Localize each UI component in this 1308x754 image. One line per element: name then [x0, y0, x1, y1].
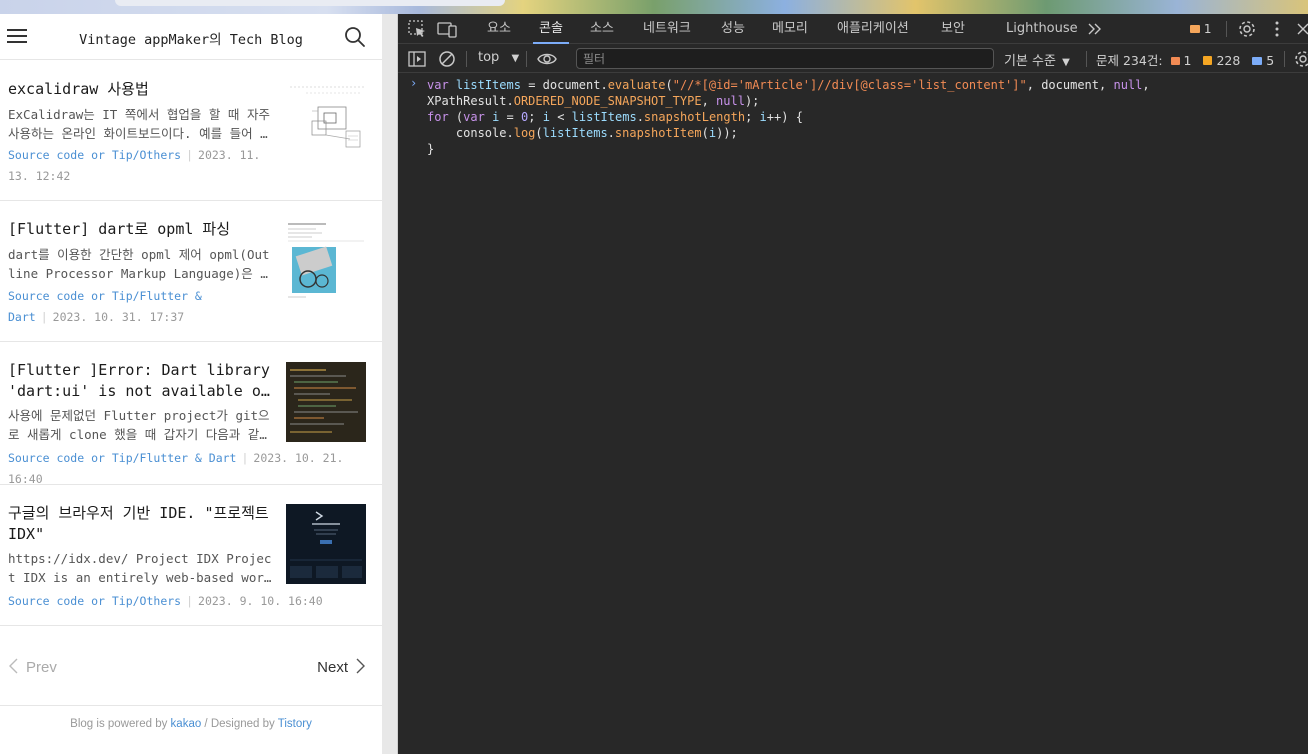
caret-down-icon: ▼ [1062, 57, 1070, 68]
pane-splitter[interactable] [382, 14, 398, 754]
clear-console-icon[interactable] [436, 48, 458, 70]
issues-badge-count: 1 [1203, 22, 1212, 36]
list-item[interactable]: excalidraw 사용법 ExCalidraw는 IT 쪽에서 협업을 할 … [0, 61, 382, 201]
issues-counter[interactable]: 문제 234건: 1 228 5 [1096, 50, 1274, 69]
console-input-code[interactable]: var listItems = document.evaluate("//*[@… [427, 77, 1150, 157]
tab-memory[interactable]: 메모리 [772, 14, 808, 44]
list-item[interactable]: [Flutter ]Error: Dart library 'dart:ui' … [0, 342, 382, 486]
next-button[interactable]: Next [317, 658, 366, 676]
log-level-value: 기본 수준 [1004, 54, 1056, 69]
list-item[interactable]: 구글의 브라우저 기반 IDE. "프로젝트 IDX" https://idx.… [0, 485, 382, 626]
tab-security[interactable]: 보안 [941, 14, 965, 44]
inspect-element-icon[interactable] [406, 18, 428, 40]
hamburger-menu-icon[interactable] [7, 27, 29, 45]
issues-warning-count: 228 [1216, 53, 1241, 68]
issues-badge[interactable]: 1 [1190, 22, 1211, 38]
device-toolbar-icon[interactable] [436, 18, 458, 40]
post-thumbnail[interactable] [286, 81, 366, 161]
post-title[interactable]: [Flutter] dart로 opml 파싱 [8, 219, 274, 240]
post-title[interactable]: excalidraw 사용법 [8, 79, 274, 100]
search-icon[interactable] [344, 26, 366, 48]
console-toolbar: top ▼ 기본 수준 ▼ 문제 234건: 1 228 5 [398, 45, 1308, 73]
chevron-left-icon [9, 658, 18, 674]
context-select[interactable]: top ▼ [478, 50, 519, 65]
more-tabs-icon[interactable] [1084, 18, 1106, 40]
post-meta: Source code or Tip/Flutter & Dart | 2023. … [8, 289, 202, 324]
console-filter-input[interactable] [576, 48, 994, 69]
post-meta: Source code or Tip/Others | 2023. 11. 13. … [8, 148, 261, 183]
console-output[interactable]: › var listItems = document.evaluate("//*… [398, 74, 1308, 754]
browser-tab-strip [0, 0, 1308, 14]
post-date: 2023. 10. 31. 17:37 [52, 310, 185, 324]
post-meta: Source code or Tip/Others | 2023. 9. 10. 1… [8, 594, 323, 608]
footer-middle: / Designed by [201, 718, 278, 730]
post-category[interactable]: Source code or Tip/Flutter & Dart [8, 451, 236, 465]
post-thumbnail[interactable] [286, 362, 366, 442]
blog-title[interactable]: Vintage appMaker의 Tech Blog [40, 28, 342, 48]
code-line-3: for (var i = 0; i < listItems.snapshotLe… [427, 110, 803, 124]
tab-performance[interactable]: 성능 [721, 14, 745, 44]
context-value: top [478, 50, 500, 65]
post-thumbnail[interactable] [286, 221, 366, 301]
issues-error-count: 1 [1183, 53, 1192, 68]
tab-sources[interactable]: 소스 [590, 14, 614, 44]
code-line-5: } [427, 142, 435, 156]
close-devtools-icon[interactable] [1294, 18, 1308, 40]
pagination: Prev Next [0, 626, 382, 706]
post-title[interactable]: [Flutter ]Error: Dart library 'dart:ui' … [8, 360, 274, 402]
post-date: 2023. 9. 10. 16:40 [198, 594, 323, 608]
live-expression-eye-icon[interactable] [536, 48, 558, 70]
caret-down-icon: ▼ [511, 53, 520, 64]
post-title[interactable]: 구글의 브라우저 기반 IDE. "프로젝트 IDX" [8, 503, 274, 545]
issues-info-count: 5 [1266, 53, 1275, 68]
sidebar-toggle-icon[interactable] [406, 48, 428, 70]
issues-label: 문제 234건: [1096, 53, 1163, 68]
devtools-panel: 요소 콘솔 소스 네트워크 성능 메모리 애플리케이션 보안 Lighthous… [398, 14, 1308, 754]
post-category[interactable]: Source code or Tip/Others [8, 594, 181, 608]
tab-console[interactable]: 콘솔 [533, 14, 569, 44]
console-prompt-chevron-icon: › [410, 76, 418, 90]
blog-page: Vintage appMaker의 Tech Blog excalidraw 사… [0, 14, 382, 754]
post-thumbnail[interactable] [286, 504, 366, 584]
devtools-tab-bar: 요소 콘솔 소스 네트워크 성능 메모리 애플리케이션 보안 Lighthous… [398, 14, 1308, 44]
more-options-icon[interactable] [1266, 18, 1288, 40]
code-line-1: var listItems = document.evaluate("//*[@… [427, 78, 1150, 92]
tab-network[interactable]: 네트워크 [643, 14, 691, 44]
next-label: Next [317, 659, 348, 676]
post-category[interactable]: Source code or Tip/Others [8, 148, 181, 162]
post-summary: https://idx.dev/ Project IDX Project IDX… [8, 551, 272, 585]
list-item[interactable]: [Flutter] dart로 opml 파싱 dart를 이용한 간단한 op… [0, 201, 382, 342]
post-meta: Source code or Tip/Flutter & Dart | 2023. … [8, 451, 344, 486]
browser-tab[interactable] [115, 0, 505, 6]
code-line-2: XPathResult.ORDERED_NODE_SNAPSHOT_TYPE, … [427, 94, 760, 108]
console-settings-gear-icon[interactable] [1292, 48, 1308, 70]
tab-application[interactable]: 애플리케이션 [837, 14, 909, 44]
warning-flag-icon [1203, 56, 1213, 65]
post-summary: ExCalidraw는 IT 쪽에서 협업을 할 때 자주사용하는 온라인 화이… [8, 107, 272, 141]
error-flag-icon [1170, 57, 1180, 65]
info-flag-icon [1252, 57, 1263, 65]
chevron-right-icon [356, 658, 365, 674]
tab-lighthouse[interactable]: Lighthouse [1006, 14, 1078, 44]
footer-prefix: Blog is powered by [70, 718, 171, 730]
blog-header: Vintage appMaker의 Tech Blog [0, 14, 382, 60]
issue-flag-icon [1190, 25, 1200, 33]
blog-footer: Blog is powered by kakao / Designed by T… [0, 718, 382, 730]
tab-elements[interactable]: 요소 [487, 14, 511, 44]
settings-gear-icon[interactable] [1236, 18, 1258, 40]
post-summary: dart를 이용한 간단한 opml 제어 opml(Outline Proce… [8, 247, 270, 281]
prev-label: Prev [26, 659, 57, 676]
log-level-select[interactable]: 기본 수준 ▼ [1004, 50, 1070, 69]
tistory-link[interactable]: Tistory [278, 718, 312, 730]
code-line-4: console.log(listItems.snapshotItem(i)); [455, 126, 738, 140]
kakao-link[interactable]: kakao [171, 718, 202, 730]
post-summary: 사용에 문제없던 Flutter project가 git으로 새롭게 clon… [8, 408, 271, 442]
prev-button[interactable]: Prev [8, 658, 57, 676]
